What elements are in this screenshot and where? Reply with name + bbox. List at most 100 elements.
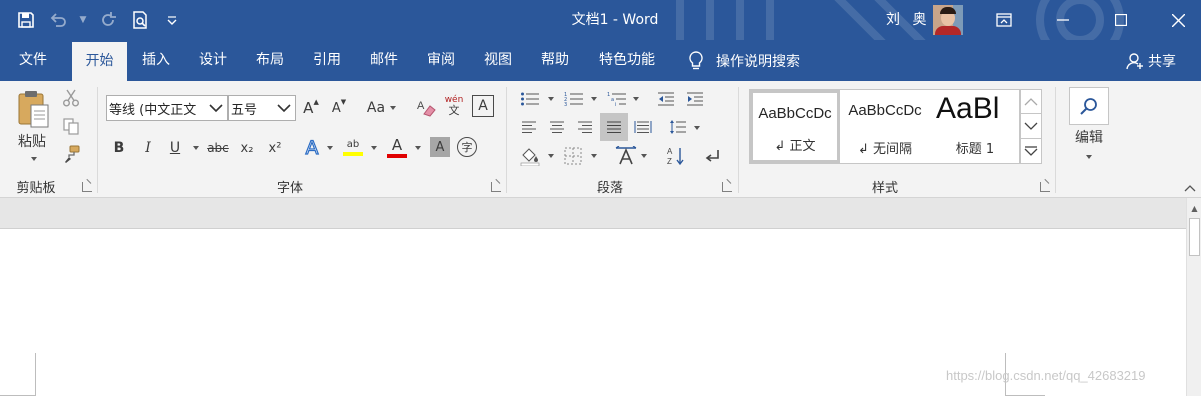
style-normal[interactable]: AaBbCcDc ↲ 正文 — [750, 90, 840, 163]
line-spacing-dropdown-icon[interactable] — [694, 126, 700, 130]
undo-dropdown[interactable]: ▼ — [76, 6, 90, 34]
underline-button[interactable]: U — [164, 137, 186, 159]
phonetic-guide-button[interactable]: wén 文 — [443, 93, 465, 119]
shrink-font-button[interactable]: A ▼ — [328, 97, 350, 119]
tab-mailings[interactable]: 邮件 — [361, 40, 407, 81]
close-button[interactable] — [1155, 0, 1201, 40]
multilevel-dropdown-icon[interactable] — [633, 97, 639, 101]
collapse-ribbon-button[interactable] — [1183, 182, 1197, 194]
format-painter-button[interactable] — [60, 143, 82, 165]
user-name[interactable]: 刘 奥 — [886, 0, 930, 40]
grow-font-button[interactable]: A ▲ — [300, 97, 322, 119]
share-label: 共享 — [1148, 53, 1176, 70]
share-button[interactable]: 共享 — [1126, 40, 1176, 81]
bullets-button[interactable] — [518, 89, 542, 109]
gallery-up-button[interactable] — [1020, 89, 1042, 114]
borders-button[interactable] — [562, 145, 584, 167]
numbering-dropdown-icon[interactable] — [591, 97, 597, 101]
character-border-button[interactable]: A — [472, 95, 494, 117]
decrease-indent-button[interactable] — [655, 89, 677, 109]
editing-label[interactable]: 编辑 — [1065, 127, 1113, 147]
gallery-more-button[interactable] — [1020, 139, 1042, 164]
superscript-button[interactable]: x² — [264, 137, 286, 159]
sort-button[interactable]: AZ — [665, 145, 687, 167]
tab-file[interactable]: 文件 — [8, 40, 58, 81]
tab-review[interactable]: 审阅 — [418, 40, 464, 81]
chinese-layout-dropdown-icon[interactable] — [641, 154, 647, 158]
tab-insert[interactable]: 插入 — [133, 40, 179, 81]
clipboard-group-label: 剪贴板 — [16, 181, 56, 196]
strikethrough-button[interactable]: abc — [205, 137, 231, 159]
align-right-button[interactable] — [574, 117, 596, 137]
find-button[interactable] — [1069, 87, 1109, 125]
italic-button[interactable]: I — [137, 137, 159, 159]
tab-design[interactable]: 设计 — [190, 40, 236, 81]
line-spacing-button[interactable] — [667, 117, 689, 137]
text-effects-dropdown-icon[interactable] — [327, 146, 333, 150]
text-effects-button[interactable]: A — [300, 135, 324, 161]
style-heading-1[interactable]: AaBl 标题 1 — [930, 90, 1019, 163]
paste-label[interactable]: 粘贴 — [10, 131, 54, 151]
justify-button[interactable] — [600, 113, 628, 141]
enclose-characters-button[interactable]: 字 — [457, 137, 477, 157]
vertical-scrollbar[interactable]: ▲ — [1186, 198, 1201, 396]
highlight-color-button[interactable]: ab — [341, 135, 365, 161]
bold-button[interactable]: B — [108, 137, 130, 159]
underline-dropdown-icon[interactable] — [193, 146, 199, 150]
borders-dropdown-icon[interactable] — [591, 154, 597, 158]
editing-dropdown-icon[interactable] — [1086, 155, 1092, 159]
chevron-down-icon[interactable] — [205, 96, 227, 120]
subscript-button[interactable]: x₂ — [236, 137, 258, 159]
undo-button[interactable] — [44, 6, 72, 34]
chevron-down-icon[interactable] — [273, 96, 295, 120]
increase-indent-button[interactable] — [684, 89, 706, 109]
multilevel-list-button[interactable]: 1ai — [605, 89, 629, 109]
tell-me-search[interactable]: 操作说明搜索 — [688, 40, 800, 81]
style-no-spacing[interactable]: AaBbCcDc ↲ 无间隔 — [840, 90, 930, 163]
tab-home[interactable]: 开始 — [72, 42, 127, 81]
tab-special-features[interactable]: 特色功能 — [590, 40, 664, 81]
shading-dropdown-icon[interactable] — [548, 154, 554, 158]
scroll-up-arrow[interactable]: ▲ — [1189, 200, 1200, 216]
font-dialog-launcher[interactable] — [491, 182, 501, 192]
cut-button[interactable] — [60, 87, 82, 109]
clear-formatting-button[interactable]: A — [414, 95, 438, 119]
paragraph-dialog-launcher[interactable] — [722, 182, 732, 192]
font-size-combo[interactable]: 五号 — [228, 95, 296, 121]
maximize-button[interactable] — [1098, 0, 1144, 40]
character-shading-button[interactable]: A — [430, 137, 450, 157]
styles-gallery-scroll — [1020, 89, 1042, 164]
change-case-button[interactable]: Aa — [364, 97, 388, 119]
tab-help[interactable]: 帮助 — [532, 40, 578, 81]
change-case-dropdown-icon[interactable] — [390, 106, 396, 110]
font-color-dropdown-icon[interactable] — [415, 146, 421, 150]
print-preview-button[interactable] — [126, 6, 154, 34]
font-name-combo[interactable]: 等线 (中文正文 — [106, 95, 228, 121]
highlight-dropdown-icon[interactable] — [371, 146, 377, 150]
clipboard-dialog-launcher[interactable] — [82, 182, 92, 192]
save-button[interactable] — [12, 6, 40, 34]
distributed-button[interactable] — [632, 117, 654, 137]
gallery-down-button[interactable] — [1020, 114, 1042, 139]
show-hide-marks-button[interactable] — [701, 145, 723, 167]
align-center-button[interactable] — [546, 117, 568, 137]
font-color-button[interactable]: A — [385, 135, 409, 161]
scrollbar-thumb[interactable] — [1189, 218, 1200, 256]
chinese-layout-button[interactable] — [613, 145, 639, 167]
shading-button[interactable] — [518, 145, 542, 167]
paste-button[interactable] — [12, 87, 54, 131]
minimize-button[interactable] — [1040, 0, 1086, 40]
redo-button[interactable] — [94, 6, 122, 34]
tab-view[interactable]: 视图 — [475, 40, 521, 81]
paste-dropdown-icon[interactable] — [31, 157, 37, 161]
copy-button[interactable] — [60, 115, 82, 137]
tab-layout[interactable]: 布局 — [247, 40, 293, 81]
align-left-button[interactable] — [518, 117, 540, 137]
customize-qat-button[interactable] — [158, 6, 186, 34]
styles-dialog-launcher[interactable] — [1040, 182, 1050, 192]
tab-references[interactable]: 引用 — [304, 40, 350, 81]
numbering-button[interactable]: 123 — [562, 89, 586, 109]
ribbon-display-options-button[interactable] — [981, 0, 1027, 40]
bullets-dropdown-icon[interactable] — [548, 97, 554, 101]
user-avatar[interactable] — [933, 5, 963, 35]
